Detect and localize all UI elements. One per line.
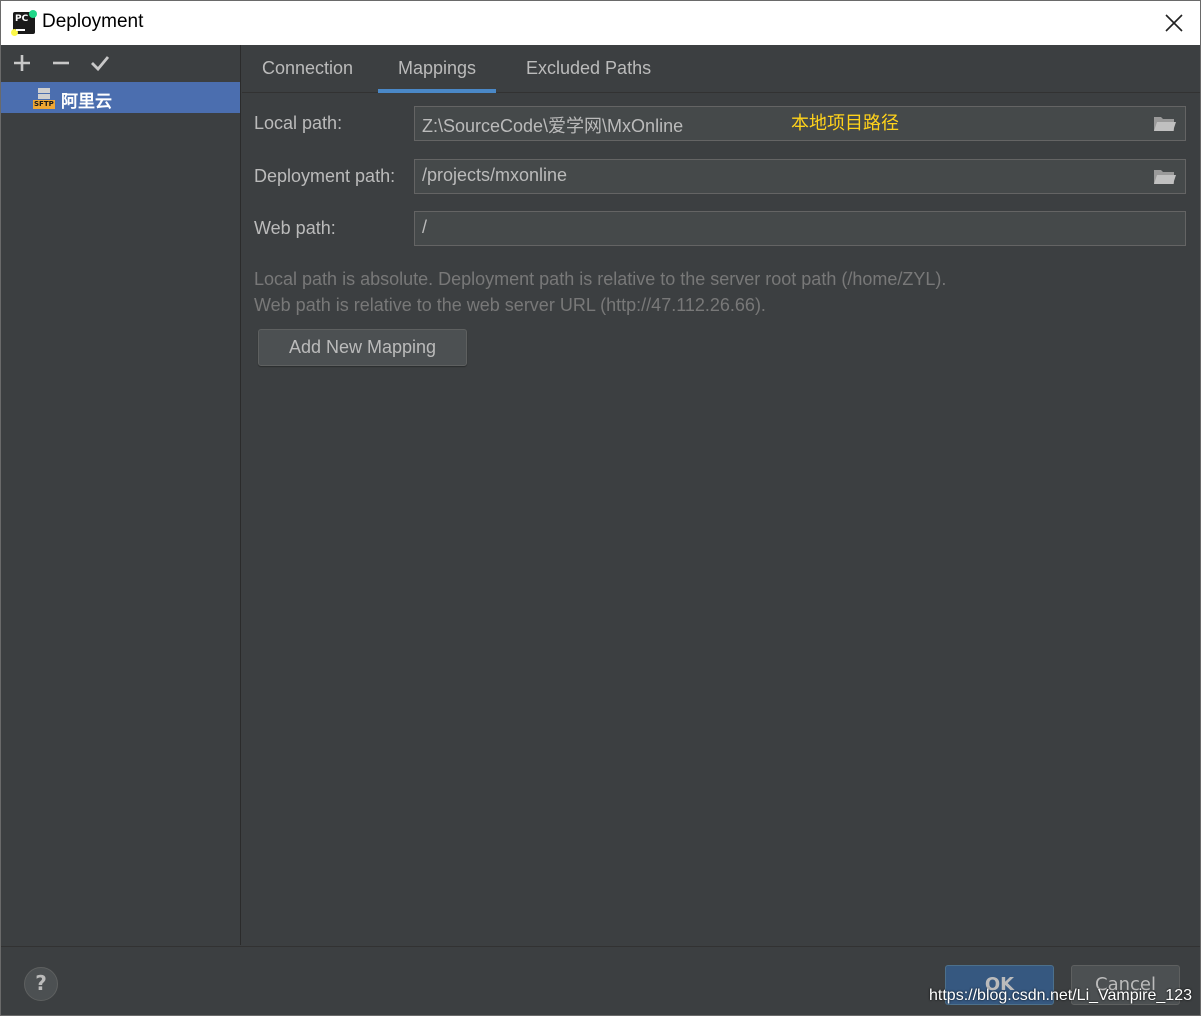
hint-text-2: Web path is relative to the web server U… bbox=[254, 295, 766, 315]
local-path-field[interactable]: Z:\SourceCode\爱学网\MxOnline 本地项目路径 bbox=[414, 106, 1186, 141]
dialog-footer: ? OK Cancel https://blog.csdn.net/Li_Vam… bbox=[1, 946, 1200, 1015]
sftp-server-icon: SFTP bbox=[33, 87, 55, 109]
watermark: https://blog.csdn.net/Li_Vampire_123 bbox=[929, 987, 1192, 1004]
deployment-path-value: /projects/mxonline bbox=[422, 165, 568, 185]
deployment-dialog: PC Deployment SFTP 阿里云 Connection Mappin… bbox=[0, 0, 1201, 1016]
tab-excluded-paths[interactable]: Excluded Paths bbox=[506, 45, 671, 93]
check-icon[interactable] bbox=[88, 51, 112, 75]
sftp-badge: SFTP bbox=[33, 100, 55, 109]
tab-bar: Connection Mappings Excluded Paths bbox=[242, 45, 1200, 93]
close-icon[interactable] bbox=[1162, 11, 1186, 35]
local-path-value: Z:\SourceCode\爱学网\MxOnline bbox=[422, 116, 684, 136]
server-item-aliyun[interactable]: SFTP 阿里云 bbox=[1, 82, 240, 113]
web-path-label: Web path: bbox=[254, 218, 336, 238]
pycharm-icon: PC bbox=[11, 10, 37, 36]
folder-icon[interactable] bbox=[1153, 167, 1177, 187]
hint-text-1: Local path is absolute. Deployment path … bbox=[254, 269, 947, 289]
plus-icon[interactable] bbox=[10, 51, 34, 75]
settings-panel: Connection Mappings Excluded Paths Local… bbox=[242, 45, 1200, 945]
tab-mappings[interactable]: Mappings bbox=[378, 45, 497, 93]
web-path-value: / bbox=[422, 217, 428, 237]
server-toolbar bbox=[1, 45, 240, 81]
web-path-field[interactable]: / bbox=[414, 211, 1186, 246]
minus-icon[interactable] bbox=[49, 51, 73, 75]
tab-connection[interactable]: Connection bbox=[242, 45, 373, 93]
local-path-annotation: 本地项目路径 bbox=[791, 113, 899, 134]
window-title: Deployment bbox=[42, 11, 144, 32]
deployment-path-field[interactable]: /projects/mxonline bbox=[414, 159, 1186, 194]
server-list-panel: SFTP 阿里云 bbox=[1, 45, 241, 945]
add-new-mapping-button[interactable]: Add New Mapping bbox=[258, 329, 467, 366]
deployment-path-label: Deployment path: bbox=[254, 166, 396, 186]
title-bar: PC Deployment bbox=[1, 1, 1200, 45]
help-button[interactable]: ? bbox=[24, 967, 58, 1001]
folder-icon[interactable] bbox=[1153, 114, 1177, 134]
local-path-label: Local path: bbox=[254, 113, 343, 133]
server-name: 阿里云 bbox=[61, 92, 112, 112]
